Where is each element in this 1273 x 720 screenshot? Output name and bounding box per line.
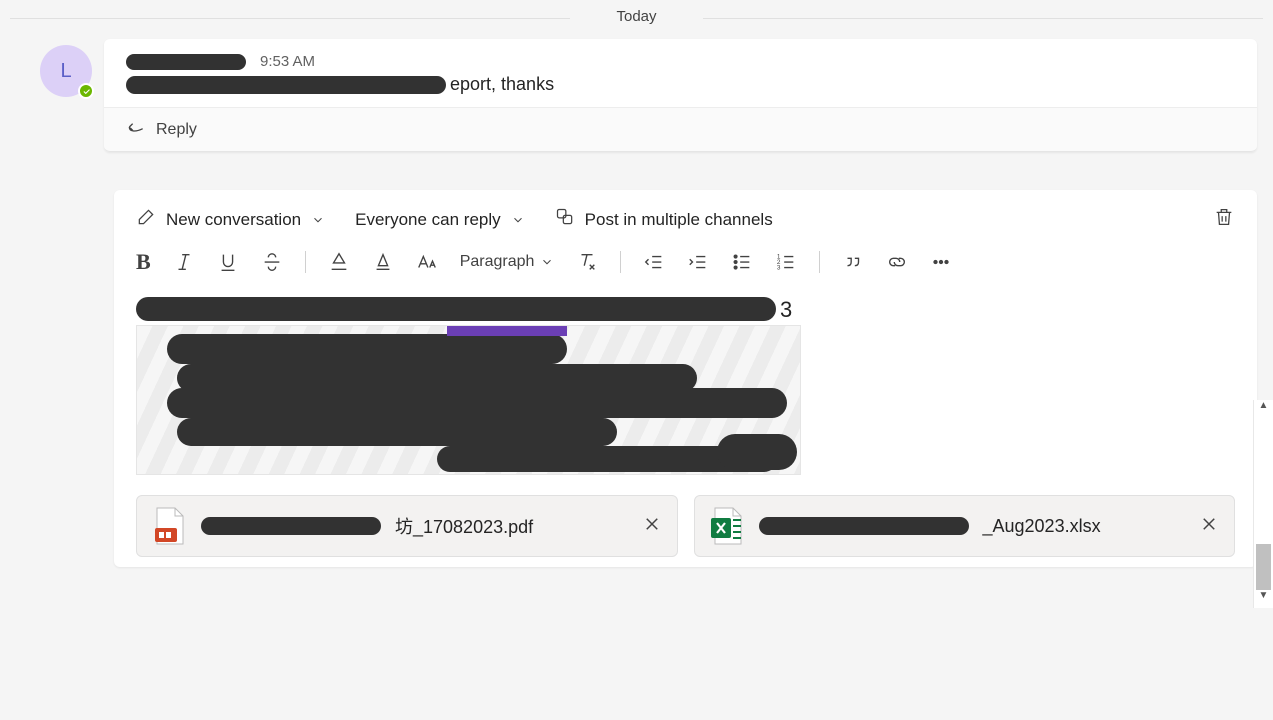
numbered-list-button[interactable]: 123 [775, 251, 797, 273]
chevron-down-icon [311, 213, 325, 227]
reply-arrow-icon [126, 118, 146, 141]
indent-button[interactable] [687, 251, 709, 273]
message-time: 9:53 AM [260, 53, 315, 70]
message-text-redacted [126, 76, 446, 94]
strike-button[interactable] [261, 251, 283, 273]
separator [305, 251, 306, 273]
excel-file-icon [711, 506, 745, 546]
composer: New conversation Everyone can reply Post… [114, 190, 1257, 567]
scroll-up-icon[interactable]: ▲ [1254, 400, 1273, 418]
body-trailing-char: 3 [780, 297, 792, 323]
font-color-button[interactable] [372, 251, 394, 273]
pasted-image-thumbnail[interactable] [136, 325, 801, 475]
attachment-item[interactable]: 坊_17082023.pdf [136, 495, 678, 557]
post-multi-channels-button[interactable]: Post in multiple channels [555, 207, 773, 232]
sender-name-redacted [126, 54, 246, 70]
filename-suffix: _Aug2023.xlsx [983, 516, 1101, 537]
italic-button[interactable] [173, 251, 195, 273]
reply-button[interactable]: Reply [104, 107, 1257, 152]
scrollbar[interactable]: ▲ ▼ [1253, 400, 1273, 608]
underline-button[interactable] [217, 251, 239, 273]
highlight-button[interactable] [328, 251, 350, 273]
clear-format-button[interactable] [576, 251, 598, 273]
scroll-thumb[interactable] [1256, 544, 1271, 590]
attachments-bar: 坊_17082023.pdf _Aug2023.xlsx [114, 495, 1257, 567]
filename-redacted [201, 517, 381, 535]
presence-available-icon [78, 83, 94, 99]
svg-text:3: 3 [777, 264, 781, 271]
body-line1-redacted [136, 297, 776, 321]
more-options-button[interactable] [930, 251, 952, 273]
remove-attachment-button[interactable] [643, 515, 661, 538]
format-toolbar: B Paragraph 123 [114, 237, 1257, 283]
compose-body[interactable]: 3 [114, 283, 1257, 495]
separator [620, 251, 621, 273]
filename-suffix: 坊_17082023.pdf [395, 513, 533, 539]
message-row: L 9:53 AM eport, thanks Reply [0, 39, 1273, 152]
bullet-list-button[interactable] [731, 251, 753, 273]
quote-button[interactable] [842, 251, 864, 273]
avatar[interactable]: L [40, 45, 92, 97]
date-separator: Today [0, 0, 1273, 39]
outdent-button[interactable] [643, 251, 665, 273]
link-button[interactable] [886, 251, 908, 273]
scroll-down-icon[interactable]: ▼ [1254, 590, 1273, 608]
font-size-button[interactable] [416, 251, 438, 273]
chevron-down-icon [540, 255, 554, 269]
reply-scope-button[interactable]: Everyone can reply [355, 210, 525, 230]
attachment-item[interactable]: _Aug2023.xlsx [694, 495, 1236, 557]
paragraph-style-button[interactable]: Paragraph [460, 253, 555, 271]
pdf-file-icon [153, 506, 187, 546]
message-card[interactable]: 9:53 AM eport, thanks Reply [104, 39, 1257, 152]
chevron-down-icon [511, 213, 525, 227]
discard-button[interactable] [1213, 206, 1235, 233]
new-conversation-button[interactable]: New conversation [136, 207, 325, 232]
filename-redacted [759, 517, 969, 535]
bold-button[interactable]: B [136, 249, 151, 275]
message-text-visible: eport, thanks [450, 74, 554, 95]
remove-attachment-button[interactable] [1200, 515, 1218, 538]
separator [819, 251, 820, 273]
compose-icon [136, 207, 156, 232]
channels-icon [555, 207, 575, 232]
